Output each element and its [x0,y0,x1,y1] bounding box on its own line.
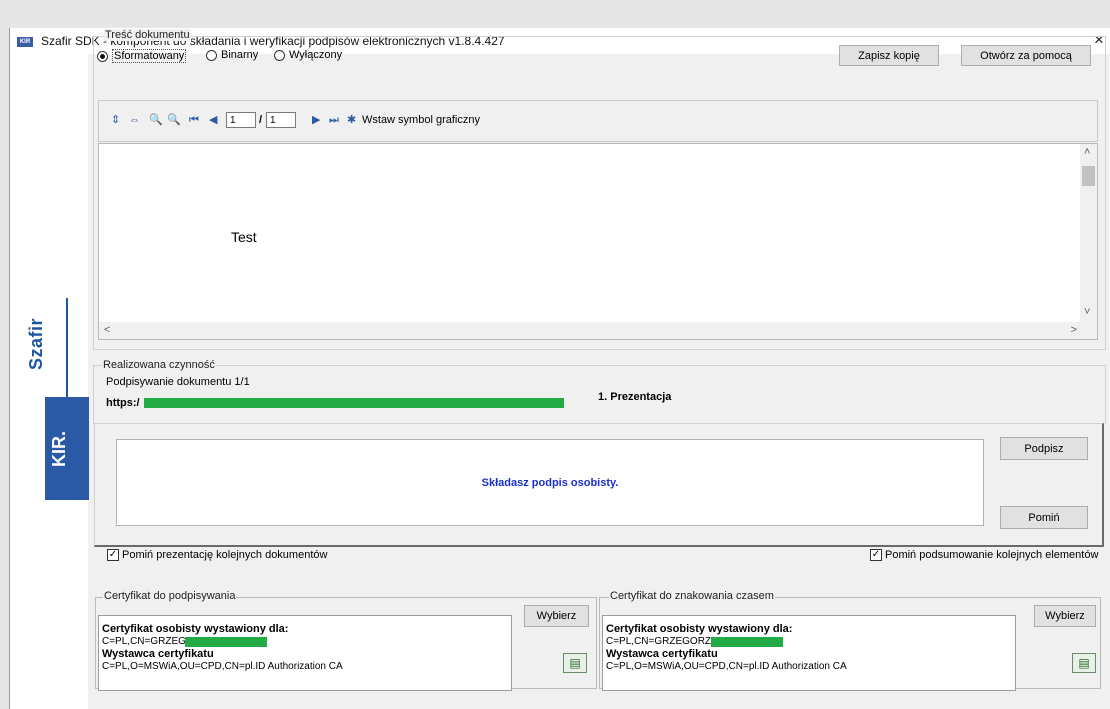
brand-logo-kir: KIR. [45,397,89,500]
document-preview-text: Test [231,229,257,245]
operation-status: Podpisywanie dokumentu 1/1 [106,376,250,388]
radio-disabled-indicator[interactable] [274,49,285,61]
fit-height-icon[interactable]: ⇕ [111,111,120,129]
radio-formatted-indicator[interactable] [97,50,108,62]
scroll-left-icon[interactable]: < [104,324,110,336]
timestamp-cert-select-button[interactable]: Wybierz [1034,605,1096,627]
signing-cert-details: Certyfikat osobisty wystawiony dla: C=PL… [98,615,512,691]
signing-message: Składasz podpis osobisty. [481,477,619,489]
signing-cert-select-button[interactable]: Wybierz [524,605,589,627]
fit-width-icon[interactable]: ⇔ [129,111,140,129]
page-separator: / [259,114,263,126]
brand-logo-szafir: Szafir [26,317,46,370]
skip-summary-checkbox[interactable]: ✓ Pomiń podsumowanie kolejnych elementów [870,549,1098,561]
skip-summary-label: Pomiń podsumowanie kolejnych elementów [885,549,1099,561]
insert-symbol-button[interactable]: Wstaw symbol graficzny [362,111,480,129]
redacted-url [144,398,564,408]
signing-cert-issuer: C=PL,O=MSWiA,OU=CPD,CN=pl.ID Authorizati… [102,661,343,672]
save-copy-button[interactable]: Zapisz kopię [839,45,939,66]
app-icon: KIR [17,37,33,47]
open-with-button[interactable]: Otwórz za pomocą [961,45,1091,66]
zoom-out-icon[interactable]: 🔍 [149,111,163,129]
zoom-in-icon[interactable]: 🔍 [167,111,181,129]
timestamp-cert-details: Certyfikat osobisty wystawiony dla: C=PL… [602,615,1016,691]
vertical-scroll-thumb[interactable] [1082,166,1095,186]
signing-panel: Składasz podpis osobisty. Podpisz Pomiń [94,423,1104,547]
prev-page-icon[interactable]: ◀ [209,111,217,129]
symbol-icon[interactable]: ✱ [347,111,356,129]
timestamp-cert-subject: C=PL,CN=GRZEGORZ [606,636,712,647]
timestamp-cert-group: Certyfikat osobisty wystawiony dla: C=PL… [599,597,1101,691]
step-label: 1. Prezentacja [598,391,672,403]
skip-presentation-checkbox[interactable]: ✓ Pomiń prezentację kolejnych dokumentów [107,549,327,561]
skip-presentation-check-icon[interactable]: ✓ [107,549,119,561]
skip-button[interactable]: Pomiń [1000,506,1088,529]
horizontal-scrollbar[interactable]: < > [99,322,1097,339]
signing-cert-issued-title: Certyfikat osobisty wystawiony dla: [102,623,289,635]
sign-button[interactable]: Podpisz [1000,437,1088,460]
scroll-right-icon[interactable]: > [1071,324,1077,336]
signing-cert-issuer-title: Wystawca certyfikatu [102,648,214,660]
document-preview[interactable]: Test ˄ ˅ < > [98,143,1098,340]
radio-binary[interactable]: Binarny [206,49,258,61]
scroll-down-icon[interactable]: ˅ [1084,306,1090,318]
redacted-timestamp-name [711,637,783,647]
vertical-scrollbar[interactable]: ˄ ˅ [1080,144,1097,322]
certificate-icon[interactable]: ▤ [563,653,587,673]
preview-toolbar: ⇕ ⇔ 🔍 🔍 ⏮ ◀ 1 / 1 ▶ ⏭ ✱ Wstaw symbol gra… [98,100,1098,142]
signing-cert-group: Certyfikat osobisty wystawiony dla: C=PL… [95,597,597,691]
document-group-label: Treść dokumentu [104,29,191,41]
radio-disabled[interactable]: Wyłączony [274,49,342,61]
radio-formatted-label: Sformatowany [112,49,187,63]
radio-binary-label: Binarny [221,49,259,61]
message-box: Składasz podpis osobisty. [116,439,984,526]
timestamp-cert-label: Certyfikat do znakowania czasem [609,590,775,602]
skip-presentation-label: Pomiń prezentację kolejnych dokumentów [122,549,328,561]
brand-divider [66,298,68,404]
main-window: KIR Szafir SDK - komponent do składania … [9,28,1110,709]
certificate-icon[interactable]: ▤ [1072,653,1096,673]
timestamp-cert-issued-title: Certyfikat osobisty wystawiony dla: [606,623,793,635]
skip-summary-check-icon[interactable]: ✓ [870,549,882,561]
radio-binary-indicator[interactable] [206,49,217,61]
brand-sidebar: Szafir KIR. [10,54,89,709]
next-page-icon[interactable]: ▶ [312,111,320,129]
timestamp-cert-issuer: C=PL,O=MSWiA,OU=CPD,CN=pl.ID Authorizati… [606,661,847,672]
first-page-icon[interactable]: ⏮ [189,111,199,129]
radio-formatted[interactable]: Sformatowany [97,49,187,63]
scroll-up-icon[interactable]: ˄ [1084,146,1090,158]
document-url: https:/ [106,397,140,409]
radio-disabled-label: Wyłączony [289,49,343,61]
last-page-icon[interactable]: ⏭ [329,111,339,129]
operation-group-label: Realizowana czynność [102,359,216,371]
signing-cert-label: Certyfikat do podpisywania [103,590,237,602]
timestamp-cert-issuer-title: Wystawca certyfikatu [606,648,718,660]
redacted-signing-name [185,637,267,647]
page-total-field: 1 [266,112,296,128]
brand-kir-text: KIR. [49,431,69,467]
page-current-input[interactable]: 1 [226,112,256,128]
